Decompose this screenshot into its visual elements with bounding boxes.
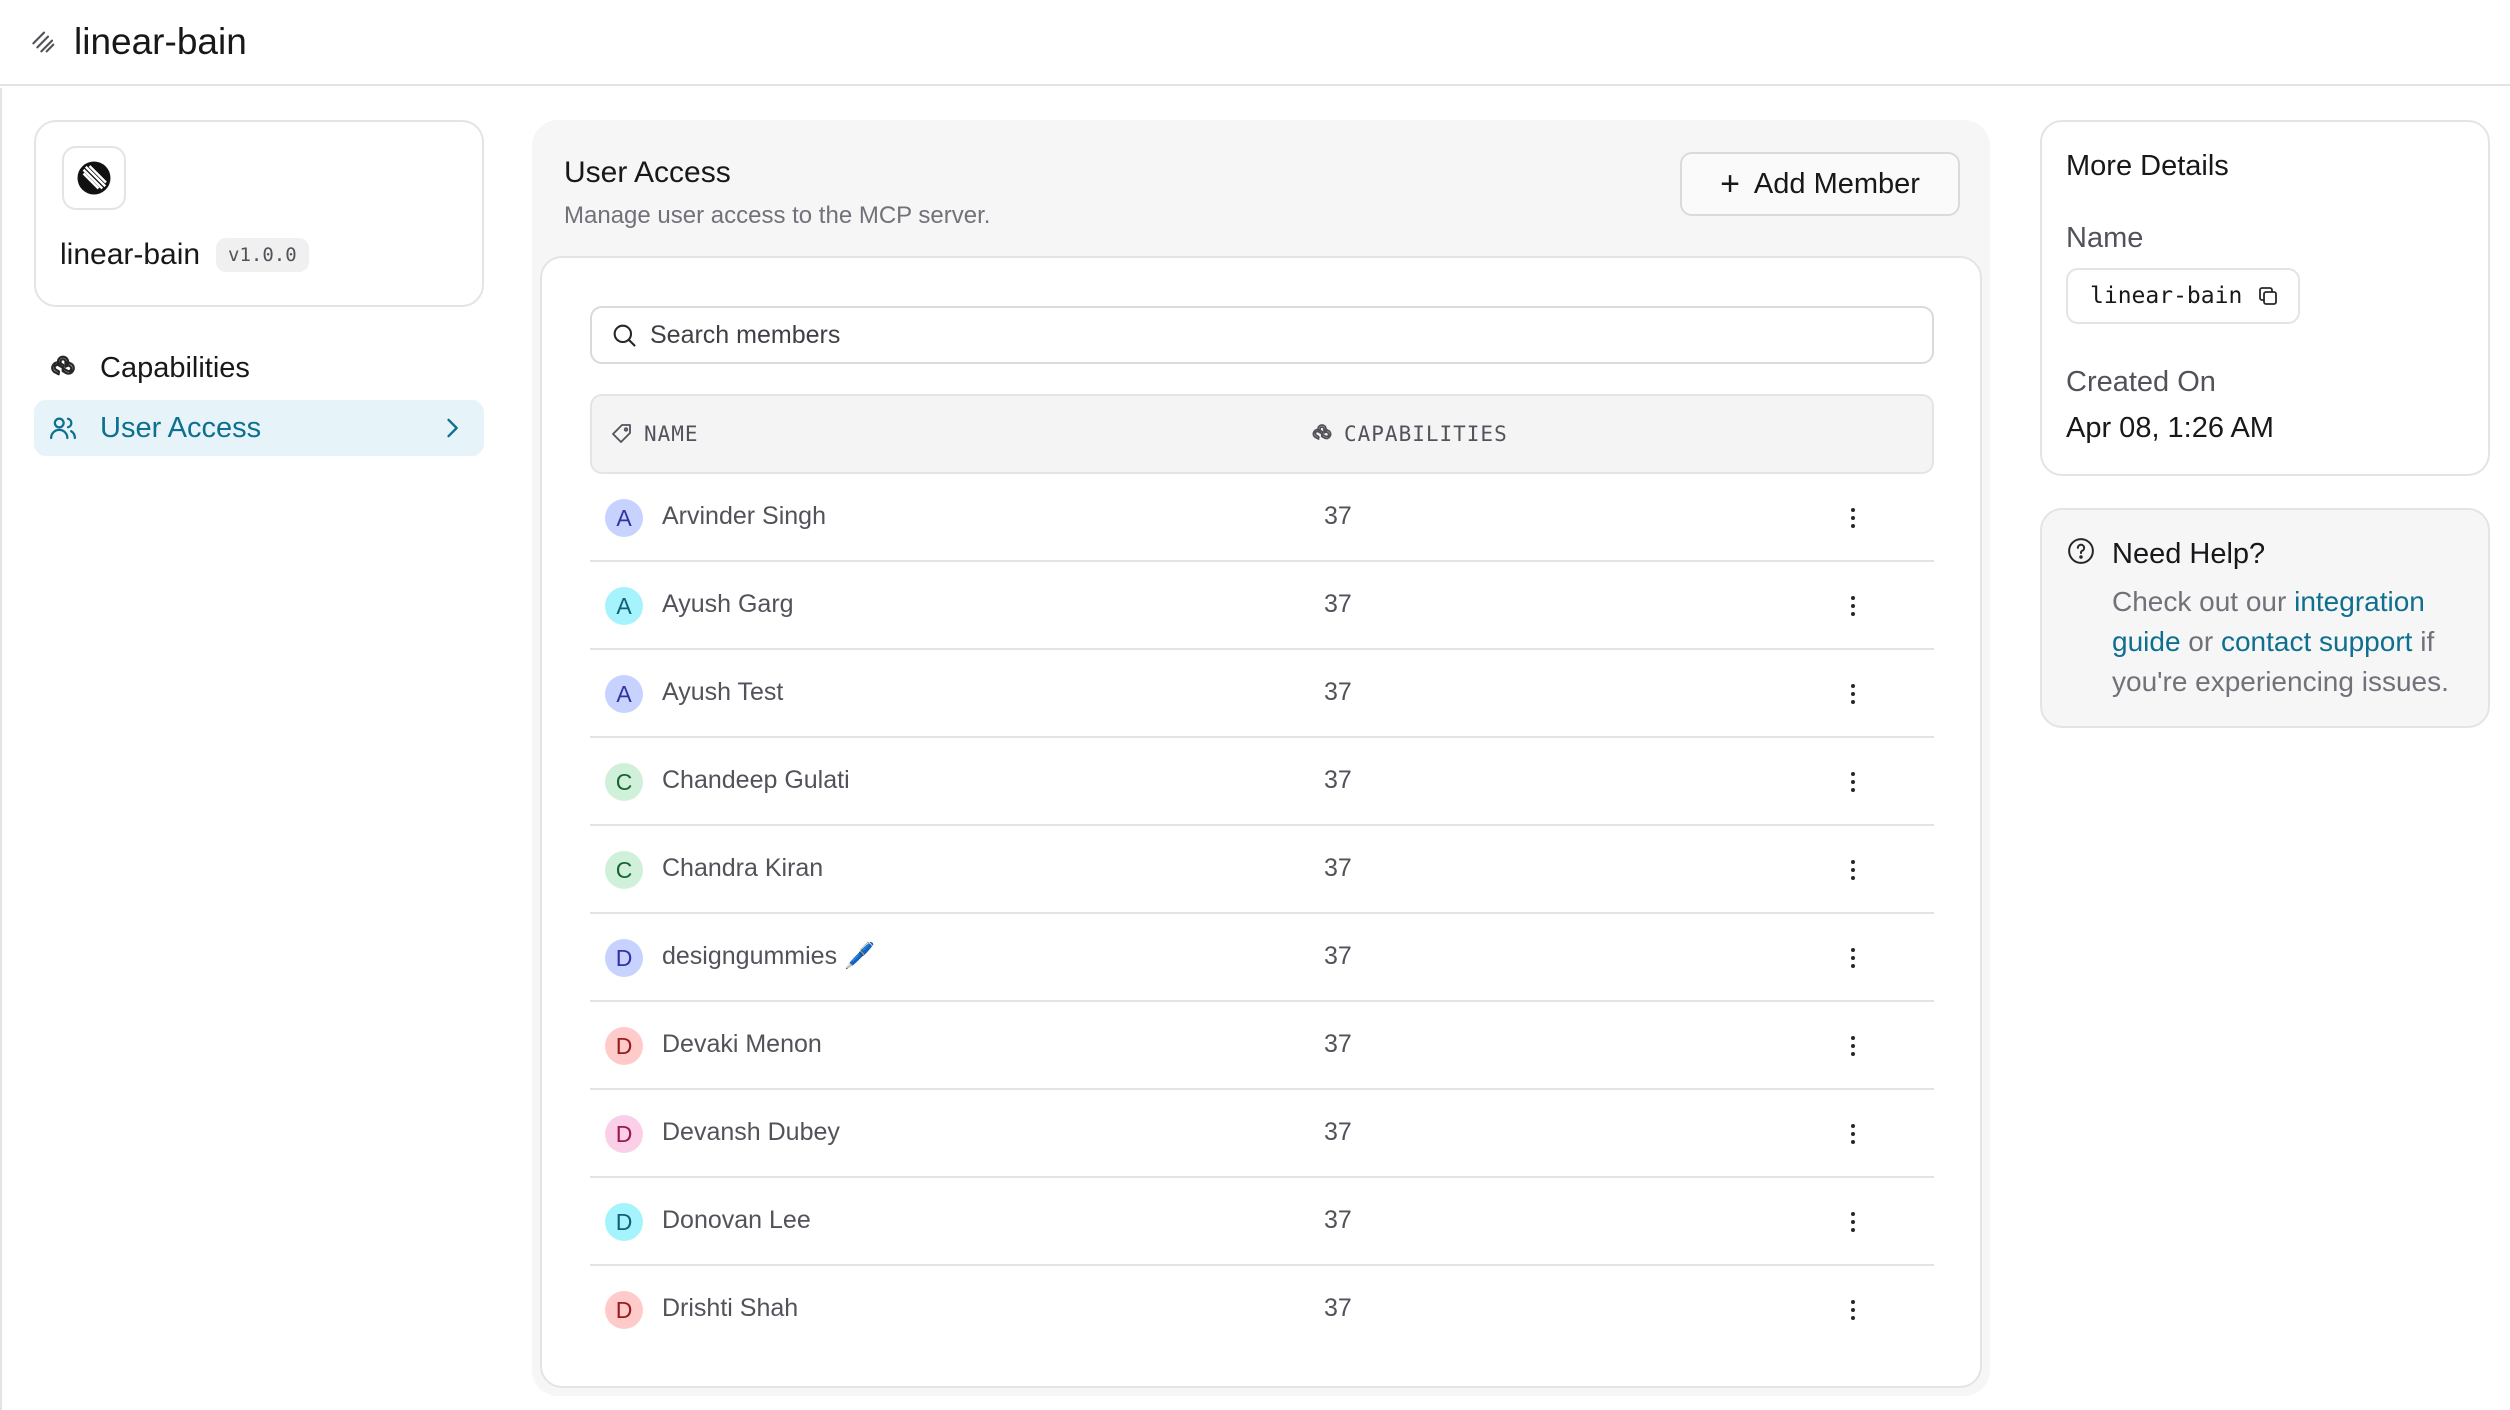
- sidebar-item-label: User Access: [100, 411, 262, 444]
- member-capabilities-count: 37: [1324, 1030, 1352, 1058]
- members-list: A Arvinder Singh 37 A Ayush Garg 37 A Ay…: [590, 474, 1934, 1354]
- member-name: Chandra Kiran: [662, 854, 824, 882]
- table-row[interactable]: A Arvinder Singh 37: [590, 474, 1934, 562]
- avatar: D: [605, 1027, 643, 1065]
- table-row[interactable]: D Devaki Menon 37: [590, 1002, 1934, 1090]
- mcp-logo-icon: [32, 31, 55, 53]
- table-header: NAME CAPABILITIES: [590, 394, 1934, 474]
- column-label: CAPABILITIES: [1344, 422, 1508, 446]
- column-label: NAME: [644, 422, 699, 446]
- avatar: D: [605, 1291, 643, 1329]
- capabilities-icon: [46, 351, 80, 385]
- member-name: designgummies 🖊️: [662, 942, 876, 970]
- section-subtitle: Manage user access to the MCP server.: [564, 202, 991, 229]
- search-box[interactable]: [590, 306, 1934, 364]
- table-row[interactable]: D Donovan Lee 37: [590, 1178, 1934, 1266]
- created-on-value: Apr 08, 1:26 AM: [2066, 412, 2274, 444]
- need-help-card: Need Help? Check out our integration gui…: [2040, 508, 2490, 728]
- page-title: linear-bain: [74, 21, 247, 62]
- server-name: linear-bain: [60, 238, 201, 271]
- sidebar-item-label: Capabilities: [100, 351, 250, 384]
- more-options-icon[interactable]: [1838, 584, 1868, 628]
- member-capabilities-count: 37: [1324, 678, 1352, 706]
- more-options-icon[interactable]: [1838, 1288, 1868, 1332]
- user-access-panel: User Access Manage user access to the MC…: [532, 120, 1990, 1396]
- created-on-label: Created On: [2066, 366, 2216, 398]
- more-options-icon[interactable]: [1838, 1024, 1868, 1068]
- server-name-chip: linear-bain: [2066, 268, 2301, 324]
- member-name: Arvinder Singh: [662, 502, 826, 530]
- more-options-icon[interactable]: [1838, 936, 1868, 980]
- server-name-value: linear-bain: [2090, 283, 2243, 309]
- member-name: Donovan Lee: [662, 1206, 811, 1234]
- avatar: A: [605, 675, 643, 713]
- more-options-icon[interactable]: [1838, 760, 1868, 804]
- column-header-name[interactable]: NAME: [610, 396, 699, 472]
- member-name: Devaki Menon: [662, 1030, 822, 1058]
- table-row[interactable]: C Chandeep Gulati 37: [590, 738, 1934, 826]
- members-table-card: NAME CAPABILITIES A Arvinder Singh 37 A: [540, 256, 1982, 1388]
- avatar: A: [605, 499, 643, 537]
- contact-support-link[interactable]: contact support: [2221, 626, 2412, 657]
- table-row[interactable]: D Devansh Dubey 37: [590, 1090, 1934, 1178]
- member-capabilities-count: 37: [1324, 942, 1352, 970]
- search-icon: [613, 324, 636, 347]
- member-capabilities-count: 37: [1324, 1206, 1352, 1234]
- help-text-part: Check out our: [2112, 586, 2295, 617]
- table-row[interactable]: D designgummies 🖊️ 37: [590, 914, 1934, 1002]
- more-options-icon[interactable]: [1838, 496, 1868, 540]
- left-edge-divider: [0, 88, 2, 1410]
- help-text: Check out our integration guide or conta…: [2112, 582, 2482, 702]
- table-row[interactable]: D Drishti Shah 37: [590, 1266, 1934, 1354]
- member-capabilities-count: 37: [1324, 1118, 1352, 1146]
- table-row[interactable]: A Ayush Garg 37: [590, 562, 1934, 650]
- version-badge: v1.0.0: [216, 238, 309, 272]
- column-header-capabilities[interactable]: CAPABILITIES: [1310, 396, 1508, 472]
- section-title: User Access: [564, 156, 731, 189]
- details-title: More Details: [2066, 150, 2229, 182]
- linear-logo-icon: [77, 161, 111, 195]
- help-title: Need Help?: [2112, 538, 2266, 570]
- member-capabilities-count: 37: [1324, 590, 1352, 618]
- sidebar-item-capabilities[interactable]: Capabilities: [34, 340, 484, 396]
- member-name: Chandeep Gulati: [662, 766, 850, 794]
- more-options-icon[interactable]: [1838, 1112, 1868, 1156]
- more-details-card: More Details Name linear-bain Created On…: [2040, 120, 2490, 476]
- search-input[interactable]: [650, 320, 1850, 350]
- users-icon: [46, 411, 80, 445]
- avatar: D: [605, 1115, 643, 1153]
- member-capabilities-count: 37: [1324, 502, 1352, 530]
- more-options-icon[interactable]: [1838, 672, 1868, 716]
- table-row[interactable]: C Chandra Kiran 37: [590, 826, 1934, 914]
- add-member-label: Add Member: [1753, 167, 1920, 200]
- member-name: Ayush Garg: [662, 590, 794, 618]
- add-member-button[interactable]: + Add Member: [1680, 152, 1960, 216]
- more-options-icon[interactable]: [1838, 1200, 1868, 1244]
- avatar: D: [605, 1203, 643, 1241]
- help-circle-icon: [2068, 538, 2094, 564]
- avatar: C: [605, 851, 643, 889]
- name-label: Name: [2066, 222, 2144, 254]
- chevron-right-icon: [447, 418, 458, 438]
- avatar: A: [605, 587, 643, 625]
- server-avatar: [62, 146, 126, 210]
- member-name: Devansh Dubey: [662, 1118, 840, 1146]
- plus-icon: +: [1720, 165, 1740, 203]
- capabilities-icon: [1312, 424, 1332, 440]
- table-row[interactable]: A Ayush Test 37: [590, 650, 1934, 738]
- more-options-icon[interactable]: [1838, 848, 1868, 892]
- sidebar-item-user-access[interactable]: User Access: [34, 400, 484, 456]
- member-capabilities-count: 37: [1324, 766, 1352, 794]
- top-bar: linear-bain: [0, 0, 2510, 86]
- help-text-part: or: [2180, 626, 2221, 657]
- server-info-card: linear-bain v1.0.0: [34, 120, 484, 307]
- member-name: Ayush Test: [662, 678, 784, 706]
- avatar: C: [605, 763, 643, 801]
- copy-icon[interactable]: [2256, 284, 2280, 308]
- member-capabilities-count: 37: [1324, 854, 1352, 882]
- tag-icon: [612, 424, 631, 443]
- member-capabilities-count: 37: [1324, 1294, 1352, 1322]
- avatar: D: [605, 939, 643, 977]
- member-name: Drishti Shah: [662, 1294, 799, 1322]
